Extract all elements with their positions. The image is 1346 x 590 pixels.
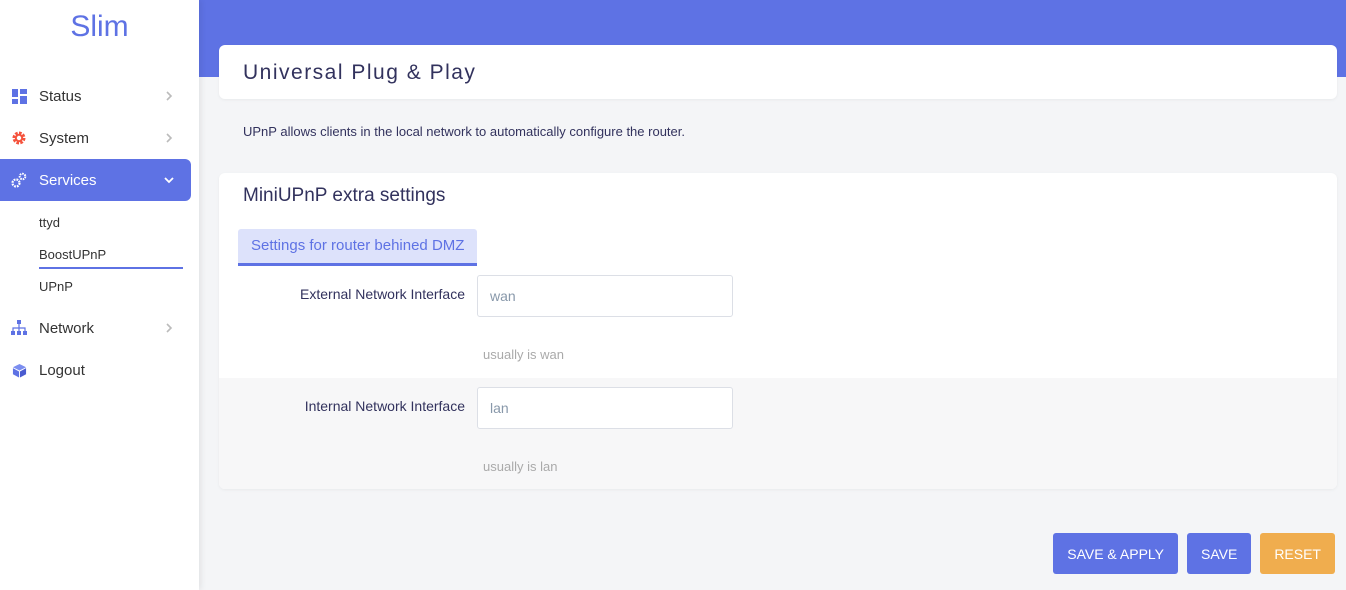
services-submenu: ttyd BoostUPnP UPnP xyxy=(0,201,199,307)
sidebar-item-label: System xyxy=(39,129,90,147)
chevron-down-icon xyxy=(164,177,174,184)
sidebar-item-services[interactable]: Services xyxy=(0,159,191,201)
save-button[interactable]: SAVE xyxy=(1187,533,1252,574)
cube-icon xyxy=(11,362,27,378)
submenu-item-ttyd[interactable]: ttyd xyxy=(0,207,199,239)
submenu-item-boostupnp[interactable]: BoostUPnP xyxy=(0,239,199,271)
reset-button[interactable]: RESET xyxy=(1260,533,1335,574)
page-description: UPnP allows clients in the local network… xyxy=(243,124,685,139)
tab-content: External Network Interface usually is wa… xyxy=(219,266,1337,489)
settings-section: MiniUPnP extra settings Settings for rou… xyxy=(219,173,1337,489)
external-interface-label: External Network Interface xyxy=(300,286,465,302)
chevron-right-icon xyxy=(166,323,173,333)
internal-interface-label: Internal Network Interface xyxy=(304,398,465,414)
form-row-external-interface: External Network Interface usually is wa… xyxy=(219,266,1337,378)
sidebar-item-label: Services xyxy=(39,171,97,189)
page-title-card: Universal Plug & Play xyxy=(219,45,1337,99)
section-title: MiniUPnP extra settings xyxy=(243,185,446,206)
internal-interface-input[interactable] xyxy=(477,387,733,429)
sitemap-icon xyxy=(11,320,27,336)
sidebar-item-label: Network xyxy=(39,319,95,337)
gear-icon xyxy=(11,130,27,146)
brand-logo[interactable]: Slim xyxy=(0,0,199,60)
sidebar: Slim Status System Services ttyd BoostUP… xyxy=(0,0,199,590)
sidebar-nav: Status System Services ttyd BoostUPnP UP… xyxy=(0,75,199,391)
sidebar-item-system[interactable]: System xyxy=(0,117,191,159)
submenu-item-upnp[interactable]: UPnP xyxy=(0,271,199,303)
external-interface-hint: usually is wan xyxy=(483,347,564,362)
dashboard-icon xyxy=(11,88,27,104)
chevron-right-icon xyxy=(166,91,173,101)
sidebar-item-status[interactable]: Status xyxy=(0,75,191,117)
sidebar-item-label: Status xyxy=(39,87,82,105)
form-row-internal-interface: Internal Network Interface usually is la… xyxy=(219,378,1337,489)
action-bar: SAVE & APPLY SAVE RESET xyxy=(1053,533,1335,574)
sidebar-item-network[interactable]: Network xyxy=(0,307,191,349)
gears-icon xyxy=(11,172,27,188)
chevron-right-icon xyxy=(166,133,173,143)
tab-settings-dmz[interactable]: Settings for router behined DMZ xyxy=(238,229,478,266)
external-interface-input[interactable] xyxy=(477,275,733,317)
save-apply-button[interactable]: SAVE & APPLY xyxy=(1053,533,1178,574)
sidebar-item-logout[interactable]: Logout xyxy=(0,349,191,391)
page-title: Universal Plug & Play xyxy=(243,61,477,84)
internal-interface-hint: usually is lan xyxy=(483,459,558,474)
sidebar-item-label: Logout xyxy=(39,361,85,379)
